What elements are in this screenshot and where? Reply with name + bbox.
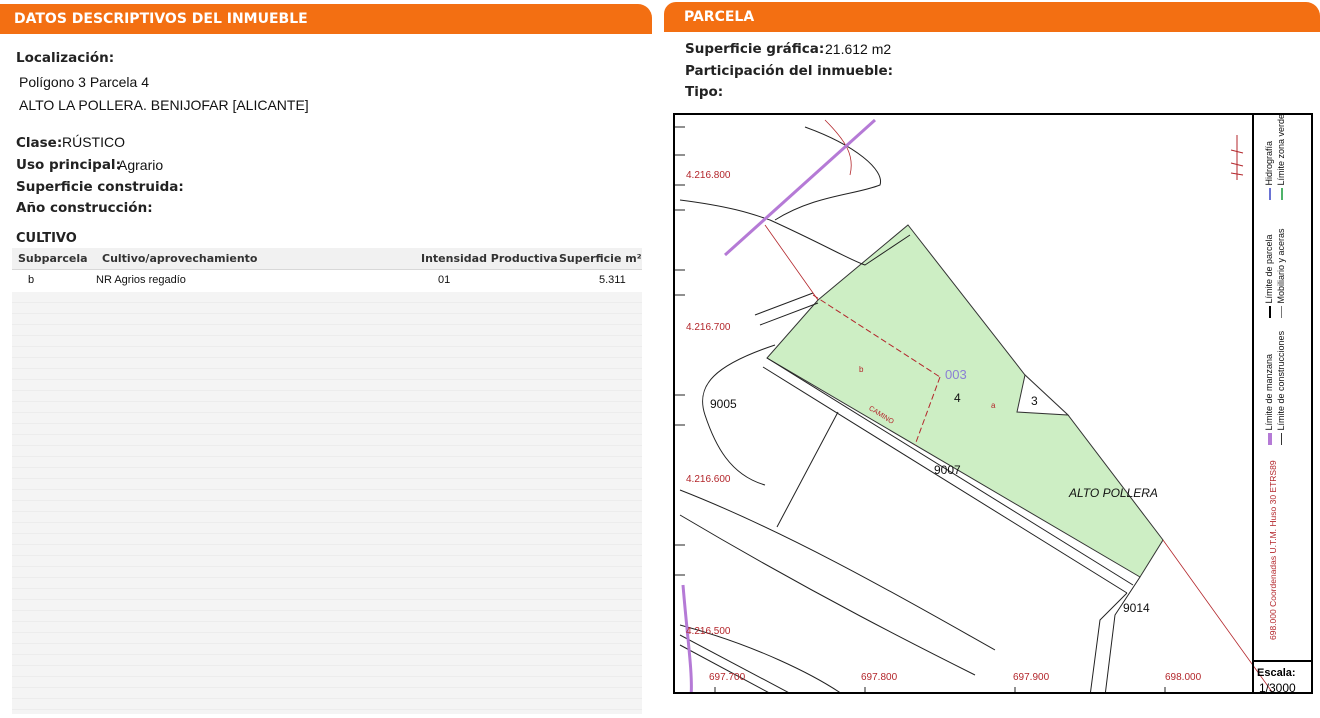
road-9005: 9005 bbox=[710, 397, 737, 411]
legend-zona-verde: Límite zona verde bbox=[1276, 114, 1286, 200]
subparcel-b-label: b bbox=[859, 365, 864, 374]
construcciones-swatch bbox=[1281, 433, 1283, 445]
x-coord-2: 697.800 bbox=[861, 672, 898, 683]
bottom-ticks bbox=[714, 687, 1166, 692]
cell-intensidad: 01 bbox=[438, 274, 451, 286]
cell-superficie: 5.311 bbox=[599, 274, 626, 286]
uso-value: Agrario bbox=[118, 157, 164, 173]
legend-construcciones-text: Límite de construcciones bbox=[1276, 330, 1286, 431]
clase-label: Clase: bbox=[16, 135, 63, 151]
superficie-grafica-label: Superficie gráfica: bbox=[685, 41, 825, 57]
y-coord-2: 4.216.700 bbox=[686, 322, 731, 333]
legend-mobiliario-text: Mobiliario y aceras bbox=[1276, 228, 1286, 304]
parcel-polygon bbox=[766, 224, 1164, 578]
superficie-grafica-value: 21.612 m2 bbox=[825, 41, 892, 57]
localizacion-line2: ALTO LA POLLERA. BENIJOFAR [ALICANTE] bbox=[19, 97, 309, 113]
descriptive-data-header: DATOS DESCRIPTIVOS DEL INMUEBLE bbox=[0, 4, 652, 34]
legend-hidrografia-text: Hidrografía bbox=[1264, 140, 1274, 186]
zona-verde-swatch bbox=[1280, 188, 1283, 200]
x-coord-4: 698.000 bbox=[1165, 672, 1202, 683]
localizacion-line1: Polígono 3 Parcela 4 bbox=[19, 74, 149, 90]
anio-construccion-label: Año construcción: bbox=[16, 200, 153, 216]
road-9007: 9007 bbox=[934, 463, 961, 477]
parcel-number: 4 bbox=[954, 391, 961, 405]
x-coord-1: 697.700 bbox=[709, 672, 746, 683]
road-9014: 9014 bbox=[1123, 601, 1150, 615]
place-name: ALTO POLLERA bbox=[1069, 486, 1158, 500]
cultivo-table: Subparcela Cultivo/aprovechamiento Inten… bbox=[12, 248, 642, 714]
mobiliario-swatch bbox=[1281, 306, 1283, 318]
sheet-label: 003 bbox=[945, 367, 967, 382]
manzana-swatch bbox=[1267, 433, 1272, 445]
north-arrow-icon bbox=[1230, 135, 1244, 180]
col-cultivo: Cultivo/aprovechamiento bbox=[102, 252, 258, 265]
scale-divider bbox=[1252, 660, 1313, 662]
parcela-swatch bbox=[1268, 306, 1271, 318]
tipo-label: Tipo: bbox=[685, 84, 724, 100]
localizacion-label: Localización: bbox=[16, 50, 115, 66]
legend-manzana: Límite de manzana bbox=[1264, 354, 1274, 445]
cadastral-map[interactable]: 4.216.800 4.216.700 4.216.600 4.216.500 … bbox=[673, 113, 1313, 694]
col-superficie: Superficie m² bbox=[559, 252, 642, 265]
table-header: Subparcela Cultivo/aprovechamiento Inten… bbox=[12, 248, 642, 270]
superficie-construida-label: Superficie construida: bbox=[16, 179, 184, 195]
y-coord-3: 4.216.600 bbox=[686, 474, 731, 485]
left-ticks bbox=[675, 126, 685, 576]
legend-zona-verde-text: Límite zona verde bbox=[1276, 113, 1286, 186]
y-coord-1: 4.216.800 bbox=[686, 170, 731, 181]
legend-separator bbox=[1252, 113, 1254, 694]
legend-coords: 698.000 Coordenadas U.T.M. Huso 30 ETRS8… bbox=[1268, 460, 1278, 640]
parcela-header: PARCELA bbox=[664, 2, 1320, 32]
legend-manzana-text: Límite de manzana bbox=[1264, 353, 1274, 431]
cultivo-title: CULTIVO bbox=[16, 231, 77, 246]
legend-parcela: Límite de parcela bbox=[1264, 234, 1274, 318]
col-subparcela: Subparcela bbox=[18, 252, 88, 265]
cell-cultivo: NR Agrios regadío bbox=[96, 274, 186, 286]
x-coord-3: 697.900 bbox=[1013, 672, 1050, 683]
col-intensidad: Intensidad Productiva bbox=[421, 252, 558, 265]
scale-label: Escala: bbox=[1257, 667, 1296, 679]
participacion-label: Participación del inmueble: bbox=[685, 63, 894, 79]
scale-value: 1/3000 bbox=[1259, 681, 1296, 695]
table-row: b NR Agrios regadío 01 5.311 bbox=[12, 270, 642, 292]
neighbor-number: 3 bbox=[1031, 394, 1038, 408]
legend-construcciones: Límite de construcciones bbox=[1276, 331, 1286, 445]
subparcel-a-label: a bbox=[991, 401, 996, 410]
legend-hidrografia: Hidrografía bbox=[1264, 141, 1274, 200]
clase-value: RÚSTICO bbox=[62, 134, 125, 150]
legend-parcela-text: Límite de parcela bbox=[1264, 234, 1274, 304]
cell-subparcela: b bbox=[28, 274, 35, 286]
uso-label: Uso principal: bbox=[16, 157, 121, 173]
hidrografia-swatch bbox=[1268, 188, 1271, 200]
legend-mobiliario: Mobiliario y aceras bbox=[1276, 228, 1286, 318]
neighbor-parcel bbox=[1016, 374, 1070, 416]
y-coord-4: 4.216.500 bbox=[686, 626, 731, 637]
